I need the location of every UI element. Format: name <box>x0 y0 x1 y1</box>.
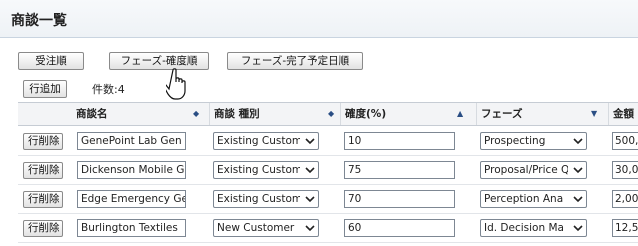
select-value: Id. Decision Ma <box>484 222 564 234</box>
chevron-down-icon <box>573 138 583 145</box>
chevron-down-icon <box>305 225 315 232</box>
chevron-down-icon <box>573 167 583 174</box>
triangle-down-icon: ◆ <box>193 109 200 118</box>
select-value: Prospecting <box>484 135 546 147</box>
opportunity-type-select[interactable]: Existing Custom <box>213 190 319 208</box>
sort-received-button[interactable]: 受注順 <box>18 52 84 70</box>
delete-row-button[interactable]: 行削除 <box>23 162 63 179</box>
column-header-phase[interactable]: フェーズ ▼ <box>476 103 608 125</box>
table-header: 商談名 ◆ 商談 種別 ◆ 確度(%) ▲ フェーズ ▼ 金額 <box>18 103 638 126</box>
column-header-label: 商談名 <box>76 108 108 120</box>
amount-field[interactable]: 30,00 <box>612 161 638 179</box>
select-value: Existing Custom <box>217 164 300 176</box>
column-header-label: 商談 種別 <box>214 108 260 120</box>
opportunity-type-select[interactable]: Existing Custom <box>213 161 319 179</box>
select-value: Perception Ana <box>484 193 564 205</box>
table-row: 行削除 Edge Emergency Ge Existing Custom 70… <box>18 184 638 214</box>
probability-field[interactable]: 60 <box>344 219 455 237</box>
column-header-name[interactable]: 商談名 ◆ <box>73 103 209 125</box>
column-header-probability[interactable]: 確度(%) ▲ <box>340 103 476 125</box>
delete-row-button[interactable]: 行削除 <box>23 191 63 208</box>
title-divider <box>0 37 638 38</box>
column-header-amount[interactable]: 金額 <box>608 103 638 125</box>
table-row: 行削除 Burlington Textiles New Customer 60 … <box>18 213 638 243</box>
select-value: New Customer <box>217 222 295 234</box>
column-header-type[interactable]: 商談 種別 ◆ <box>209 103 340 125</box>
page-title: 商談一覧 <box>11 13 67 29</box>
phase-select[interactable]: Prospecting <box>480 132 587 150</box>
opportunity-name-field[interactable]: Edge Emergency Ge <box>77 190 186 208</box>
table-row: 行削除 Dickenson Mobile G Existing Custom 7… <box>18 155 638 185</box>
chevron-down-icon <box>305 196 315 203</box>
opportunity-name-field[interactable]: GenePoint Lab Gen <box>77 132 186 150</box>
sort-phase-close-date-button[interactable]: フェーズ-完了予定日順 <box>227 52 363 70</box>
triangle-down-icon: ◆ <box>328 109 335 118</box>
select-value: Proposal/Price Q <box>484 164 568 176</box>
opportunity-name-field[interactable]: Dickenson Mobile G <box>77 161 186 179</box>
delete-row-button[interactable]: 行削除 <box>23 133 63 150</box>
chevron-down-icon <box>573 225 583 232</box>
select-value: Existing Custom <box>217 193 300 205</box>
sort-phase-certainty-button[interactable]: フェーズ-確度順 <box>109 52 209 70</box>
amount-field[interactable]: 500,0 <box>612 132 638 150</box>
probability-field[interactable]: 70 <box>344 190 455 208</box>
header-band <box>0 0 638 37</box>
triangle-down-icon: ▼ <box>591 109 598 118</box>
hand-pointer-icon <box>166 68 186 100</box>
add-row-button[interactable]: 行追加 <box>23 80 67 98</box>
amount-field[interactable]: 12,50 <box>612 219 638 237</box>
record-count: 件数:4 <box>92 83 125 96</box>
column-header-label: 金額 <box>613 108 634 120</box>
phase-select[interactable]: Proposal/Price Q <box>480 161 587 179</box>
opportunity-table: 商談名 ◆ 商談 種別 ◆ 確度(%) ▲ フェーズ ▼ 金額 行削除 Gene… <box>18 102 638 246</box>
opportunity-type-select[interactable]: Existing Custom <box>213 132 319 150</box>
select-value: Existing Custom <box>217 135 300 147</box>
probability-field[interactable]: 10 <box>344 132 455 150</box>
chevron-down-icon <box>573 196 583 203</box>
delete-row-button[interactable]: 行削除 <box>23 220 63 237</box>
chevron-down-icon <box>305 138 315 145</box>
amount-field[interactable]: 2,000 <box>612 190 638 208</box>
probability-field[interactable]: 75 <box>344 161 455 179</box>
phase-select[interactable]: Perception Ana <box>480 190 587 208</box>
table-row: 行削除 GenePoint Lab Gen Existing Custom 10… <box>18 126 638 156</box>
triangle-up-icon: ▲ <box>457 109 464 118</box>
opportunity-type-select[interactable]: New Customer <box>213 219 319 237</box>
opportunity-name-field[interactable]: Burlington Textiles <box>77 219 186 237</box>
chevron-down-icon <box>305 167 315 174</box>
phase-select[interactable]: Id. Decision Ma <box>480 219 587 237</box>
column-header-label: フェーズ <box>481 108 523 120</box>
column-header-label: 確度(%) <box>345 108 387 120</box>
